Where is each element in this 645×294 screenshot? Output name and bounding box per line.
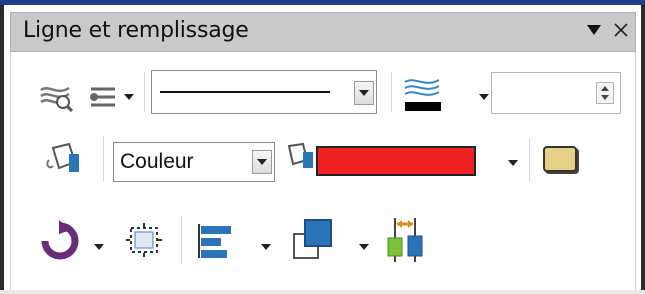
line-style-preview	[160, 91, 330, 93]
separator	[181, 216, 182, 264]
line-color-icon[interactable]	[401, 74, 445, 119]
window-top-border	[0, 0, 645, 5]
distribute-icon[interactable]	[385, 216, 425, 271]
separator	[529, 138, 530, 182]
rotate-dropdown-icon[interactable]	[94, 244, 104, 250]
transform-icon[interactable]	[123, 220, 165, 265]
line-properties-icon[interactable]	[39, 82, 74, 117]
line-style-select[interactable]	[151, 70, 377, 114]
arrow-style-icon[interactable]	[87, 83, 117, 116]
line-color-dropdown-icon[interactable]	[479, 94, 489, 100]
panel-title: Ligne et remplissage	[23, 18, 249, 43]
panel-titlebar: Ligne et remplissage	[10, 12, 636, 52]
separator	[103, 136, 104, 182]
close-icon[interactable]	[612, 21, 630, 44]
arrange-dropdown-icon[interactable]	[359, 244, 369, 250]
fill-bucket-icon[interactable]	[43, 138, 85, 183]
arrange-icon[interactable]	[291, 216, 337, 267]
window-right-border	[641, 5, 645, 294]
separator	[144, 72, 145, 112]
chevron-down-icon	[257, 159, 267, 165]
rotate-icon[interactable]	[39, 220, 81, 267]
fill-color-dropdown-icon[interactable]	[508, 160, 518, 166]
line-width-spin-buttons[interactable]	[596, 82, 614, 104]
area-style-select[interactable]: Couleur	[113, 142, 275, 182]
align-icon[interactable]	[197, 222, 237, 265]
area-style-value: Couleur	[120, 150, 194, 173]
chevron-down-icon	[359, 90, 369, 96]
line-style-dropdown-button[interactable]	[354, 81, 374, 105]
shadow-icon[interactable]	[543, 146, 577, 172]
fill-color-swatch[interactable]	[316, 146, 476, 176]
window-bottom-border	[0, 290, 645, 294]
panel-menu-icon[interactable]	[586, 23, 602, 41]
align-dropdown-icon[interactable]	[261, 244, 271, 250]
area-style-dropdown-button[interactable]	[252, 150, 272, 174]
arrow-style-dropdown-icon[interactable]	[124, 94, 134, 100]
separator	[391, 72, 392, 112]
fill-color-icon[interactable]	[281, 140, 317, 179]
window-left-border	[0, 5, 4, 294]
panel-content: Couleur	[10, 52, 636, 290]
line-width-spinbox[interactable]	[491, 72, 621, 114]
